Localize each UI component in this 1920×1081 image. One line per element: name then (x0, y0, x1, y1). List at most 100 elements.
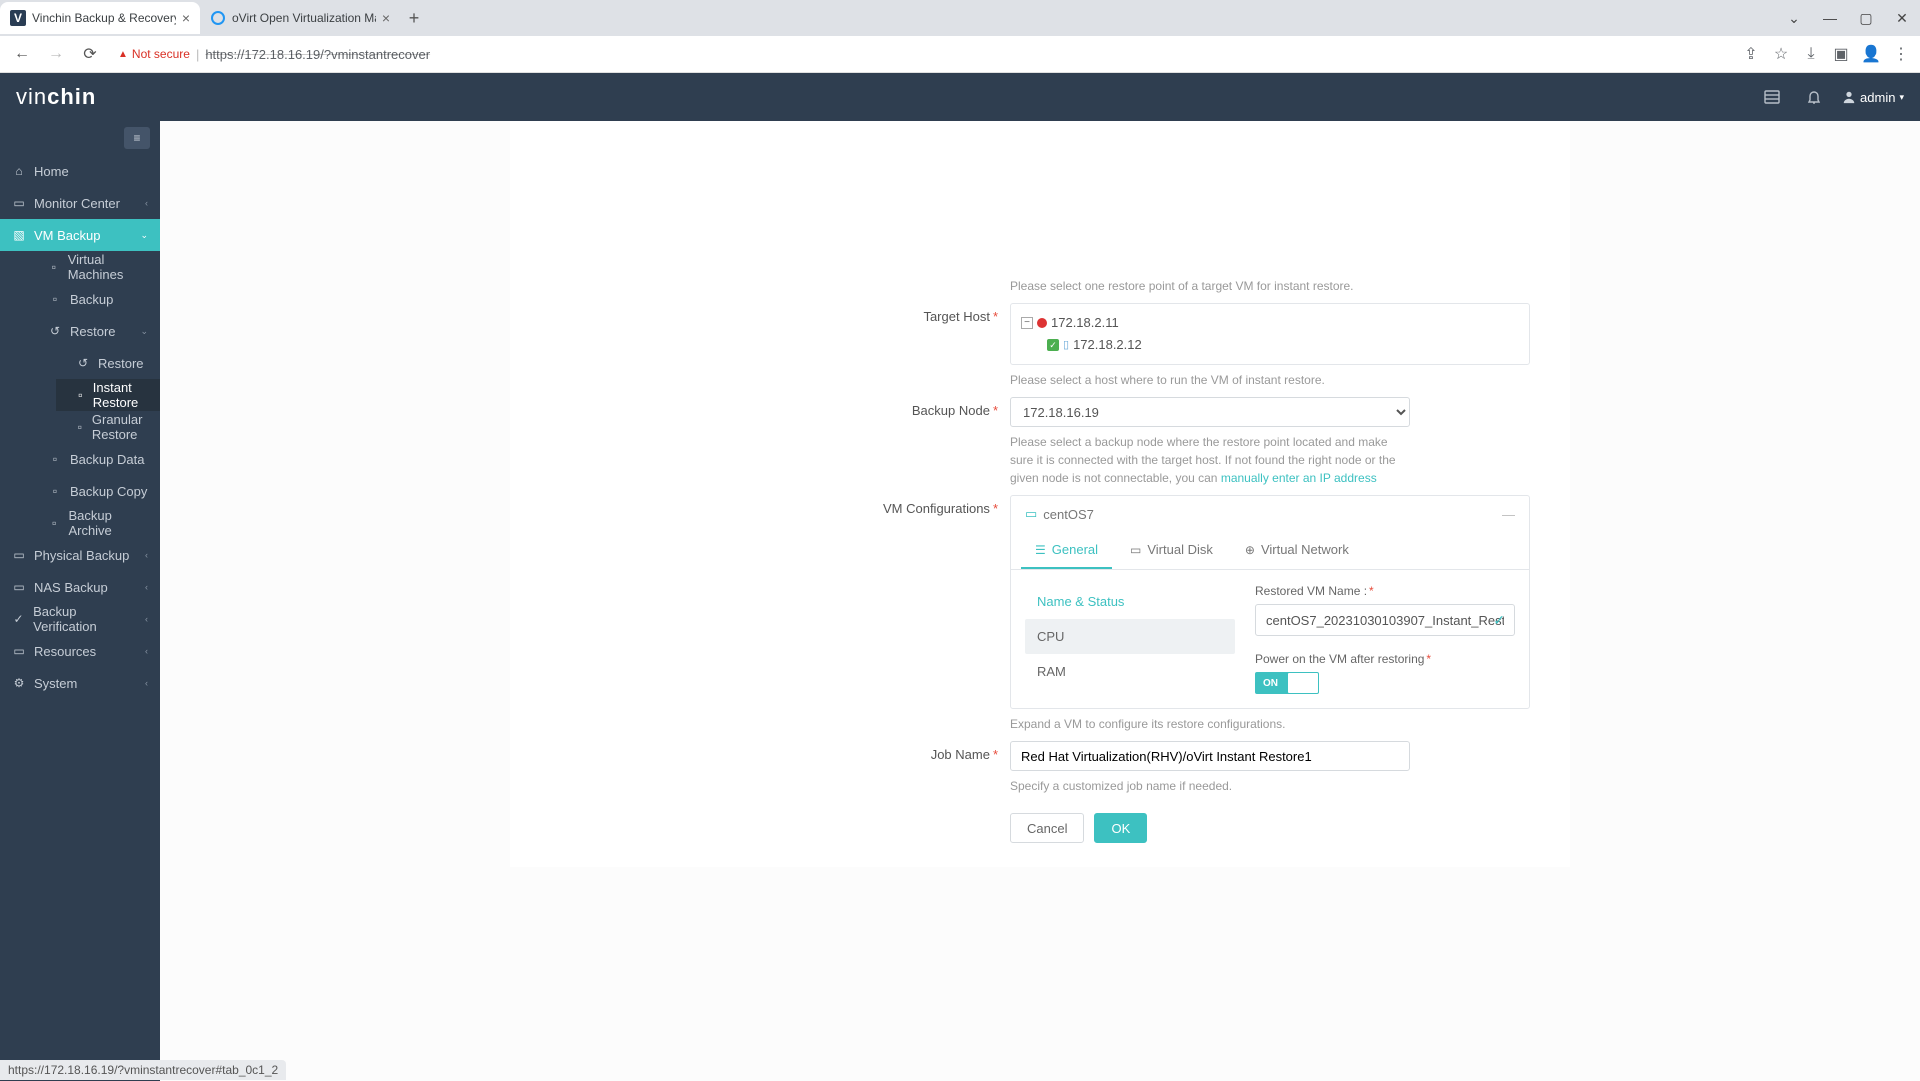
browser-tab[interactable]: oVirt Open Virtualization Ma × (200, 2, 400, 34)
url-text: https://172.18.16.19/?vminstantrecover (205, 47, 430, 62)
chevron-left-icon: ‹ (145, 614, 148, 624)
restored-name-input[interactable] (1255, 604, 1515, 636)
gear-icon: ⚙ (12, 676, 26, 690)
server-icon: ▯ (1063, 334, 1069, 356)
monitor-icon: ▭ (12, 196, 26, 210)
copy-icon: ▫ (48, 484, 62, 498)
power-on-label: Power on the VM after restoring (1255, 652, 1424, 666)
power-on-toggle[interactable]: ON (1255, 672, 1319, 694)
sidebar-item-verification[interactable]: ✓Backup Verification‹ (0, 603, 160, 635)
physical-icon: ▭ (12, 548, 26, 562)
checkbox-checked-icon[interactable]: ✓ (1047, 339, 1059, 351)
cancel-button[interactable]: Cancel (1010, 813, 1084, 843)
favicon-ovirt (210, 10, 226, 26)
collapse-icon[interactable]: — (1502, 507, 1515, 522)
profile-icon[interactable]: 👤 (1860, 44, 1882, 64)
check-icon: ✓ (1493, 612, 1505, 629)
chevron-down-icon: ⌄ (140, 230, 148, 241)
toggle-knob (1288, 673, 1318, 693)
menu-icon[interactable]: ⋮ (1890, 44, 1912, 64)
resources-icon: ▭ (12, 644, 26, 658)
manual-ip-link[interactable]: manually enter an IP address (1221, 471, 1377, 485)
monitor-icon: ▭ (1025, 506, 1037, 522)
granular-icon: ▫ (76, 420, 84, 434)
nas-icon: ▭ (12, 580, 26, 594)
sidebar-sub-granular-restore[interactable]: ▫Granular Restore (56, 411, 160, 443)
sidebar-item-resources[interactable]: ▭Resources‹ (0, 635, 160, 667)
vm-config-panel: ▭ centOS7 — ☰General ▭Virtual Disk ⊕Virt… (1010, 495, 1530, 709)
target-host-tree[interactable]: − 172.18.2.11 ✓ ▯ 172.18.2.12 (1010, 303, 1530, 365)
user-menu[interactable]: admin ▾ (1842, 90, 1904, 105)
instant-icon: ▫ (76, 388, 85, 402)
sidebar-item-system[interactable]: ⚙System‹ (0, 667, 160, 699)
download-icon[interactable]: ⤓ (1800, 45, 1822, 63)
tab-virtual-network[interactable]: ⊕Virtual Network (1231, 532, 1363, 569)
sidebar-sub-backup-data[interactable]: ▫Backup Data (28, 443, 160, 475)
browser-chrome: V Vinchin Backup & Recovery × oVirt Open… (0, 0, 1920, 73)
logo: vinchin (16, 84, 96, 110)
home-icon: ⌂ (12, 164, 26, 178)
backup-node-select[interactable]: 172.18.16.19 (1010, 397, 1410, 427)
close-icon[interactable]: × (182, 10, 190, 26)
reload-button[interactable]: ⟳ (76, 44, 104, 64)
chevron-left-icon: ‹ (145, 582, 148, 592)
sidebar-sub-backup-copy[interactable]: ▫Backup Copy (28, 475, 160, 507)
insecure-badge[interactable]: Not secure (118, 47, 190, 61)
forward-button[interactable]: → (42, 45, 70, 63)
host-root-label[interactable]: 172.18.2.11 (1051, 312, 1119, 334)
tab-general[interactable]: ☰General (1021, 532, 1112, 569)
ok-button[interactable]: OK (1094, 813, 1147, 843)
close-window-icon[interactable]: ✕ (1884, 0, 1920, 36)
minimize-icon[interactable]: — (1812, 0, 1848, 36)
tab-title: Vinchin Backup & Recovery (32, 11, 176, 25)
tab-virtual-disk[interactable]: ▭Virtual Disk (1116, 532, 1227, 569)
sidebar-sub-virtual-machines[interactable]: ▫Virtual Machines (28, 251, 160, 283)
job-name-input[interactable] (1010, 741, 1410, 771)
sidebar-sub-backup-archive[interactable]: ▫Backup Archive (28, 507, 160, 539)
maximize-icon[interactable]: ▢ (1848, 0, 1884, 36)
sidebar-sub-instant-restore[interactable]: ▫Instant Restore (56, 379, 160, 411)
cfg-ram[interactable]: RAM (1025, 654, 1235, 689)
sidebar-item-nas[interactable]: ▭NAS Backup‹ (0, 571, 160, 603)
sidebar-sub-restore[interactable]: ↺Restore⌄ (28, 315, 160, 347)
vm-icon: ▫ (48, 260, 60, 274)
bell-icon[interactable] (1800, 83, 1828, 111)
sidebar-item-physical[interactable]: ▭Physical Backup‹ (0, 539, 160, 571)
cfg-name-status[interactable]: Name & Status (1025, 584, 1235, 619)
extensions-icon[interactable]: ▣ (1830, 44, 1852, 64)
address-bar: ← → ⟳ Not secure | https://172.18.16.19/… (0, 36, 1920, 72)
url-box[interactable]: Not secure | https://172.18.16.19/?vmins… (110, 40, 1734, 68)
sidebar-toggle[interactable]: ≡ (124, 127, 150, 149)
share-icon[interactable]: ⇪ (1740, 44, 1762, 64)
settings-icon: ☰ (1035, 543, 1046, 557)
cfg-cpu[interactable]: CPU (1025, 619, 1235, 654)
app-header: vinchin admin ▾ (0, 73, 1920, 121)
sidebar-item-vmbackup[interactable]: ▧VM Backup⌄ (0, 219, 160, 251)
sidebar-sub-restore-restore[interactable]: ↺Restore (56, 347, 160, 379)
sidebar-item-monitor[interactable]: ▭Monitor Center‹ (0, 187, 160, 219)
backup-node-help: Please select a backup node where the re… (1010, 433, 1410, 487)
back-button[interactable]: ← (8, 45, 36, 63)
backup-icon: ▫ (48, 292, 62, 306)
restore-point-help: Please select one restore point of a tar… (1010, 277, 1530, 295)
data-icon: ▫ (48, 452, 62, 466)
star-icon[interactable]: ☆ (1770, 44, 1792, 64)
sidebar-sub-backup[interactable]: ▫Backup (28, 283, 160, 315)
host-child-label[interactable]: 172.18.2.12 (1073, 334, 1142, 356)
job-name-help: Specify a customized job name if needed. (1010, 777, 1530, 795)
window-controls: ⌄ — ▢ ✕ (1776, 0, 1920, 36)
list-icon[interactable] (1758, 83, 1786, 111)
status-bar: https://172.18.16.19/?vminstantrecover#t… (0, 1060, 286, 1080)
chevron-down-icon[interactable]: ⌄ (1776, 0, 1812, 36)
sidebar-item-home[interactable]: ⌂Home (0, 155, 160, 187)
target-host-label: Target Host (923, 309, 989, 324)
main-content: Please select one restore point of a tar… (160, 121, 1920, 1081)
close-icon[interactable]: × (382, 10, 390, 26)
restore-icon: ↺ (76, 356, 90, 370)
vm-icon: ▧ (12, 228, 26, 242)
new-tab-button[interactable]: + (400, 8, 428, 29)
browser-tab-active[interactable]: V Vinchin Backup & Recovery × (0, 2, 200, 34)
collapse-icon[interactable]: − (1021, 317, 1033, 329)
chevron-left-icon: ‹ (145, 678, 148, 688)
job-name-label: Job Name (931, 747, 990, 762)
